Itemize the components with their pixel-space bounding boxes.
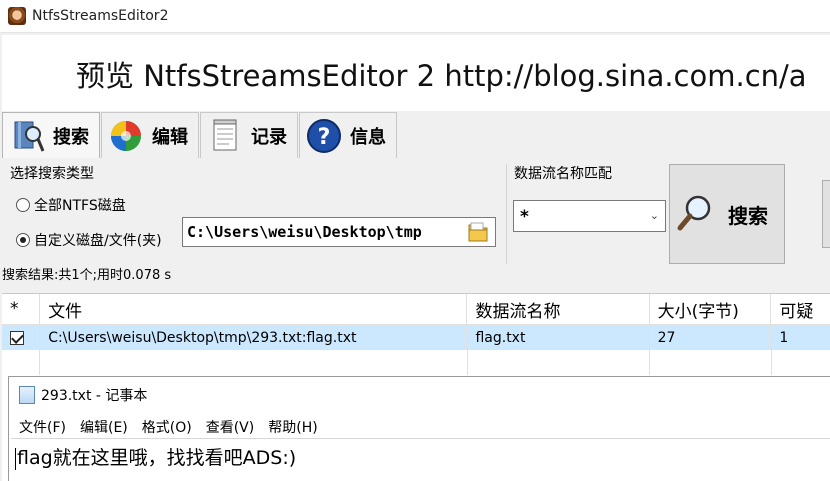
row-file: C:\Users\weisu\Desktop\tmp\293.txt:flag.… [40,325,468,350]
stream-match-select[interactable]: * ⌄ [513,200,666,232]
table-row[interactable]: C:\Users\weisu\Desktop\tmp\293.txt:flag.… [2,325,830,350]
help-question-icon: ? [306,118,342,154]
notepad-text-area[interactable]: flag就在这里哦，找找看吧ADS:) [11,438,830,481]
menu-edit[interactable]: 编辑(E) [80,417,128,437]
column-header-check[interactable]: * [2,294,41,325]
row-suspicious: 1 [779,329,789,346]
extra-button[interactable] [822,180,830,248]
radio-all-ntfs[interactable]: 全部NTFS磁盘 [16,195,126,215]
row-stream: flag.txt [467,325,650,350]
tab-search-label: 搜索 [53,126,89,148]
notepad-menu-bar: 文件(F) 编辑(E) 格式(O) 查看(V) 帮助(H) [19,417,332,437]
column-header-stream[interactable]: 数据流名称 [467,294,650,325]
tab-info-label: 信息 [350,126,386,148]
stream-match-title: 数据流名称匹配 [514,166,612,182]
notepad-window: 293.txt - 记事本 文件(F) 编辑(E) 格式(O) 查看(V) 帮助… [8,376,830,481]
notepad-title-bar: 293.txt - 记事本 [19,385,147,405]
path-input[interactable]: C:\Users\weisu\Desktop\tmp [182,217,496,247]
radio-custom-button[interactable] [16,233,30,247]
radio-custom[interactable]: 自定义磁盘/文件(夹) [16,230,162,250]
column-header-file[interactable]: 文件 [40,294,468,325]
empty-cell [468,349,650,375]
search-button-label: 搜索 [728,203,768,228]
window-title: NtfsStreamsEditor2 [32,8,169,24]
row-checkbox[interactable] [10,330,24,345]
panel-divider [506,164,507,264]
tab-log-label: 记录 [251,126,287,148]
radio-all-ntfs-button[interactable] [16,198,30,212]
menu-view[interactable]: 查看(V) [206,417,255,437]
empty-cell [2,349,41,375]
banner-text: 预览 NtfsStreamsEditor 2 http://blog.sina.… [76,59,807,93]
menu-help[interactable]: 帮助(H) [268,417,317,437]
search-type-title: 选择搜索类型 [10,166,94,182]
table-header: * 文件 数据流名称 大小(字节) 可疑 [2,294,830,325]
tab-info[interactable]: ? 信息 [299,112,397,158]
menu-file[interactable]: 文件(F) [19,417,66,437]
magnifier-book-icon [9,118,45,154]
status-text: 搜索结果:共1个;用时0.078 s [2,268,172,283]
column-header-suspicious[interactable]: 可疑 [771,294,830,325]
tab-edit-label: 编辑 [152,126,188,148]
search-panel: 选择搜索类型 全部NTFS磁盘 自定义磁盘/文件(夹) C:\Users\wei… [2,158,830,292]
svg-text:?: ? [318,125,331,150]
chevron-down-icon: ⌄ [649,209,659,222]
colorful-ball-icon [108,118,144,154]
tab-search[interactable]: 搜索 [2,112,100,158]
notepad-app-icon [19,386,35,404]
empty-cell [650,349,772,375]
row-check-cell[interactable] [2,325,41,350]
notepad-title: 293.txt - 记事本 [41,388,148,404]
row-size: 27 [650,325,772,350]
radio-custom-label: 自定义磁盘/文件(夹) [34,233,162,249]
folder-browse-icon[interactable] [466,220,490,244]
magnifier-icon [676,192,716,236]
text-caret [15,447,16,470]
search-button[interactable]: 搜索 [669,164,785,264]
app-icon [8,7,26,25]
stream-match-value: * [520,207,529,227]
tab-edit[interactable]: 编辑 [101,112,199,158]
column-header-size[interactable]: 大小(字节) [649,294,772,325]
empty-cell [772,349,830,375]
preview-banner: 预览 NtfsStreamsEditor 2 http://blog.sina.… [2,35,830,111]
tab-log[interactable]: 记录 [200,112,298,158]
menu-format[interactable]: 格式(O) [142,417,192,437]
notepad-content: flag就在这里哦，找找看吧ADS:) [17,447,297,469]
empty-cell [40,349,468,375]
title-bar: NtfsStreamsEditor2 [0,0,830,33]
empty-row [2,349,830,375]
tab-bar: 搜索 编辑 记录 ? 信息 [2,112,398,158]
notepad-icon [207,118,243,154]
radio-all-ntfs-label: 全部NTFS磁盘 [34,198,126,214]
